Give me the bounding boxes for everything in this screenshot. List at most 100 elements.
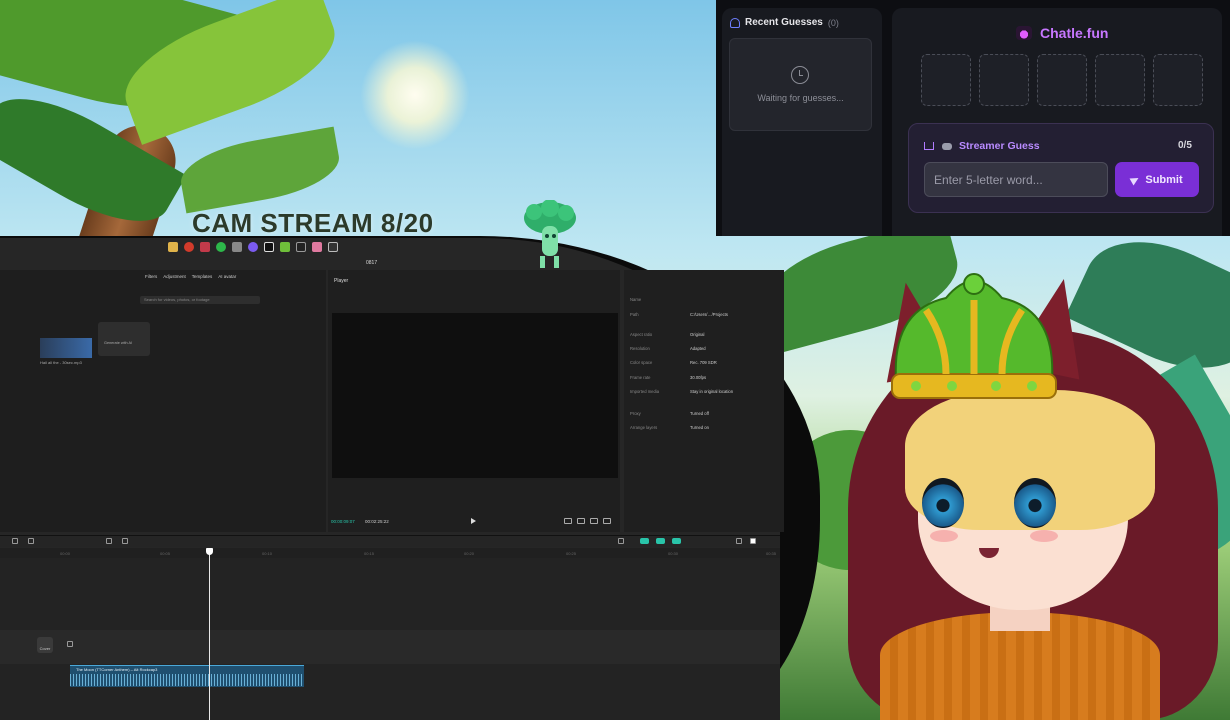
- send-icon: [1129, 174, 1141, 185]
- prop-value: Adapted: [690, 346, 706, 351]
- stream-title: CAM STREAM 8/20: [192, 208, 434, 238]
- tab-ai-avatar[interactable]: AI avatar: [218, 274, 236, 279]
- notes-icon[interactable]: [280, 242, 290, 252]
- ruler-tick: 00:10: [262, 551, 273, 556]
- tab-adjustment[interactable]: Adjustment: [163, 274, 186, 279]
- tab-templates[interactable]: Templates: [192, 274, 213, 279]
- folder-icon[interactable]: [168, 242, 178, 252]
- current-time: 00:00:09:07: [331, 519, 355, 524]
- prop-label: Path: [630, 312, 639, 317]
- submit-label: Submit: [1145, 173, 1183, 186]
- blush-left: [930, 530, 958, 542]
- generate-with-ai-label: Generate with AI: [104, 341, 133, 345]
- media-panel: [0, 270, 326, 532]
- clock-icon: [791, 66, 809, 84]
- browser-icon[interactable]: [184, 242, 194, 252]
- prop-label: Imported media: [630, 389, 660, 394]
- prop-value: Turned on: [690, 425, 709, 430]
- word-input[interactable]: [924, 162, 1108, 197]
- prop-value: C:/Users/…/Projects: [690, 312, 728, 317]
- messenger-icon[interactable]: [248, 242, 258, 252]
- crop-icon[interactable]: [564, 518, 572, 524]
- waiting-box: [729, 38, 872, 131]
- sun: [360, 40, 470, 150]
- player-tools: [564, 518, 611, 524]
- redo-icon[interactable]: [28, 538, 34, 544]
- letter-tile: [979, 54, 1029, 106]
- recent-guesses-header: Recent Guesses (0): [730, 17, 839, 28]
- play-icon[interactable]: [471, 518, 476, 524]
- ruler-tick: 00:00: [60, 551, 71, 556]
- main-track[interactable]: [0, 630, 780, 664]
- ruler-tick: 00:20: [464, 551, 475, 556]
- close-icon[interactable]: [328, 242, 338, 252]
- character-eye-left: [922, 478, 964, 528]
- tab-filters[interactable]: Filters: [145, 274, 157, 279]
- audio-waveform: [70, 674, 304, 686]
- prop-value: Turned off: [690, 411, 709, 416]
- preview-axis-icon[interactable]: [672, 538, 681, 544]
- media-clip-thumbnail[interactable]: [40, 338, 92, 358]
- photos-icon[interactable]: [312, 242, 322, 252]
- letter-tile: [921, 54, 971, 106]
- ruler-tick: 00:15: [364, 551, 375, 556]
- link-icon[interactable]: [640, 538, 649, 544]
- mic-icon[interactable]: [618, 538, 624, 544]
- prop-label: Arrange layers: [630, 425, 658, 430]
- split-icon[interactable]: [106, 538, 112, 544]
- ruler-tick: 00:30: [668, 551, 679, 556]
- prop-value: Rec. 709 SDR: [690, 360, 717, 365]
- capcut-icon[interactable]: [296, 242, 306, 252]
- snap-icon[interactable]: [656, 538, 665, 544]
- player-title: Player: [334, 278, 349, 284]
- prop-label: Resolution: [630, 346, 650, 351]
- waiting-text: Waiting for guesses...: [757, 93, 844, 103]
- prop-value: Original: [690, 332, 705, 337]
- total-time: 00:02:25:22: [365, 519, 389, 524]
- letter-tile: [1153, 54, 1203, 106]
- player-preview: [332, 313, 618, 478]
- submit-button[interactable]: Submit: [1115, 162, 1199, 197]
- track-lock-icon[interactable]: [67, 641, 73, 647]
- streamer-guess-title: Streamer Guess: [959, 140, 1040, 152]
- prop-value: 30.00fps: [690, 375, 707, 380]
- letter-tile: [1037, 54, 1087, 106]
- zoom-out-icon[interactable]: [736, 538, 742, 544]
- taskbar: [168, 240, 338, 254]
- app-icon[interactable]: [232, 242, 242, 252]
- zoom-in-icon[interactable]: [750, 538, 756, 544]
- media-clip-label: Hail all the - 30sec.mp3: [40, 360, 82, 365]
- prop-label: Frame rate: [630, 375, 651, 380]
- letter-tile: [1095, 54, 1145, 106]
- project-name: 0817: [366, 260, 378, 266]
- prop-value: Stay in original location: [690, 389, 734, 394]
- chatle-logo-icon: [1016, 26, 1032, 40]
- timeline-ruler[interactable]: [0, 548, 780, 558]
- character-eye-right: [1014, 478, 1056, 528]
- ratio-icon[interactable]: [590, 518, 598, 524]
- pin-icon[interactable]: [200, 242, 210, 252]
- prop-label: Name: [630, 297, 642, 302]
- cover-button[interactable]: Cover: [37, 637, 53, 653]
- whatsapp-icon[interactable]: [216, 242, 226, 252]
- sprout-mascot: [524, 200, 576, 268]
- generate-with-ai-button[interactable]: [98, 322, 150, 356]
- users-icon: [730, 17, 740, 28]
- prop-label: Color space: [630, 360, 653, 365]
- properties-panel: [624, 270, 784, 532]
- prop-label: Aspect ratio: [630, 332, 653, 337]
- media-search-input[interactable]: Search for videos, photos, or footage: [140, 296, 260, 304]
- crop-tool-icon[interactable]: [122, 538, 128, 544]
- expand-icon[interactable]: [603, 518, 611, 524]
- ruler-tick: 00:35: [766, 551, 777, 556]
- media-tabs: Filters Adjustment Templates AI avatar: [145, 274, 236, 279]
- ruler-tick: 00:05: [160, 551, 171, 556]
- chatle-brand-name: Chatle.fun: [1040, 25, 1109, 41]
- streamer-guess-header: Streamer Guess: [924, 140, 1040, 152]
- editor-icon[interactable]: [264, 242, 274, 252]
- fullscreen-icon[interactable]: [577, 518, 585, 524]
- playhead[interactable]: [209, 548, 210, 720]
- undo-icon[interactable]: [12, 538, 18, 544]
- ruler-tick: 00:25: [566, 551, 577, 556]
- playhead-handle[interactable]: [206, 548, 213, 555]
